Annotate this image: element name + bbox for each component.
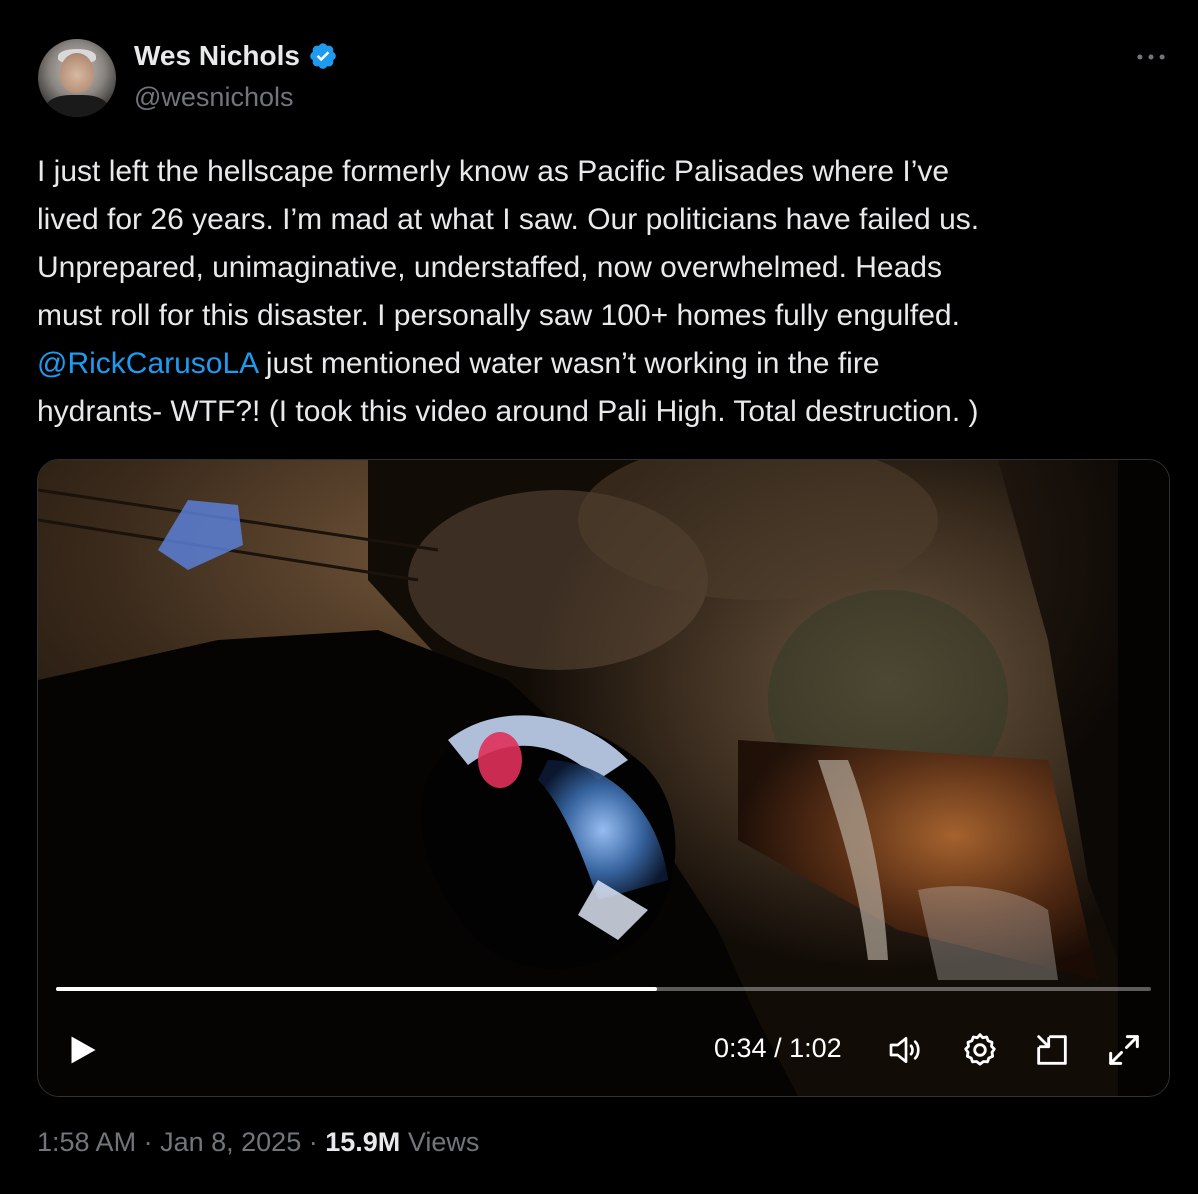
volume-button[interactable] xyxy=(886,1030,926,1070)
verified-badge-icon xyxy=(310,43,336,69)
tweet-line: hydrants- WTF?! (I took this video aroun… xyxy=(37,395,979,428)
duration: 1:02 xyxy=(789,1033,842,1063)
author-handle[interactable]: @wesnichols xyxy=(134,82,293,113)
tweet-line: must roll for this disaster. I personall… xyxy=(37,299,960,332)
tweet-line: Unprepared, unimaginative, understaffed,… xyxy=(37,251,942,284)
fullscreen-icon xyxy=(1109,1035,1139,1065)
picture-in-picture-button[interactable] xyxy=(1032,1030,1072,1070)
progress-fill xyxy=(56,987,658,991)
video-frame xyxy=(38,460,1169,1096)
tweet-line-text: just mentioned water wasn’t working in t… xyxy=(257,347,880,380)
more-options-button[interactable] xyxy=(1132,38,1170,76)
meta-separator: · xyxy=(308,1127,318,1157)
tweet-line: lived for 26 years. I’m mad at what I sa… xyxy=(37,203,980,236)
current-time: 0:34 xyxy=(714,1033,767,1063)
more-horizontal-icon xyxy=(1137,54,1165,60)
progress-bar[interactable] xyxy=(56,987,1151,991)
time-display: 0:34 / 1:02 xyxy=(714,1033,842,1064)
tweet-meta: 1:58 AM · Jan 8, 2025 · 15.9M Views xyxy=(37,1127,479,1158)
avatar[interactable] xyxy=(38,39,116,117)
tweet-line: @RickCarusoLA just mentioned water wasn’… xyxy=(37,340,1167,388)
tweet-text: I just left the hellscape formerly know … xyxy=(37,148,1167,436)
meta-separator: · xyxy=(143,1127,153,1157)
settings-gear-icon xyxy=(964,1033,996,1066)
play-icon xyxy=(71,1036,96,1064)
video-player[interactable]: 0:34 / 1:02 xyxy=(37,459,1170,1097)
views-count: 15.9M xyxy=(325,1127,401,1157)
picture-in-picture-icon xyxy=(1037,1035,1067,1065)
views-label: Views xyxy=(407,1127,480,1157)
post-date[interactable]: Jan 8, 2025 xyxy=(160,1127,301,1157)
author-name-text: Wes Nichols xyxy=(134,40,300,71)
settings-button[interactable] xyxy=(960,1030,1000,1070)
mention-link[interactable]: @RickCarusoLA xyxy=(37,347,258,380)
post-time[interactable]: 1:58 AM xyxy=(37,1127,136,1157)
author-name[interactable]: Wes Nichols xyxy=(134,40,338,72)
fullscreen-button[interactable] xyxy=(1104,1030,1144,1070)
play-button[interactable] xyxy=(64,1032,100,1068)
volume-icon xyxy=(889,1037,920,1063)
time-separator: / xyxy=(774,1033,782,1063)
tweet-line: I just left the hellscape formerly know … xyxy=(37,155,950,188)
